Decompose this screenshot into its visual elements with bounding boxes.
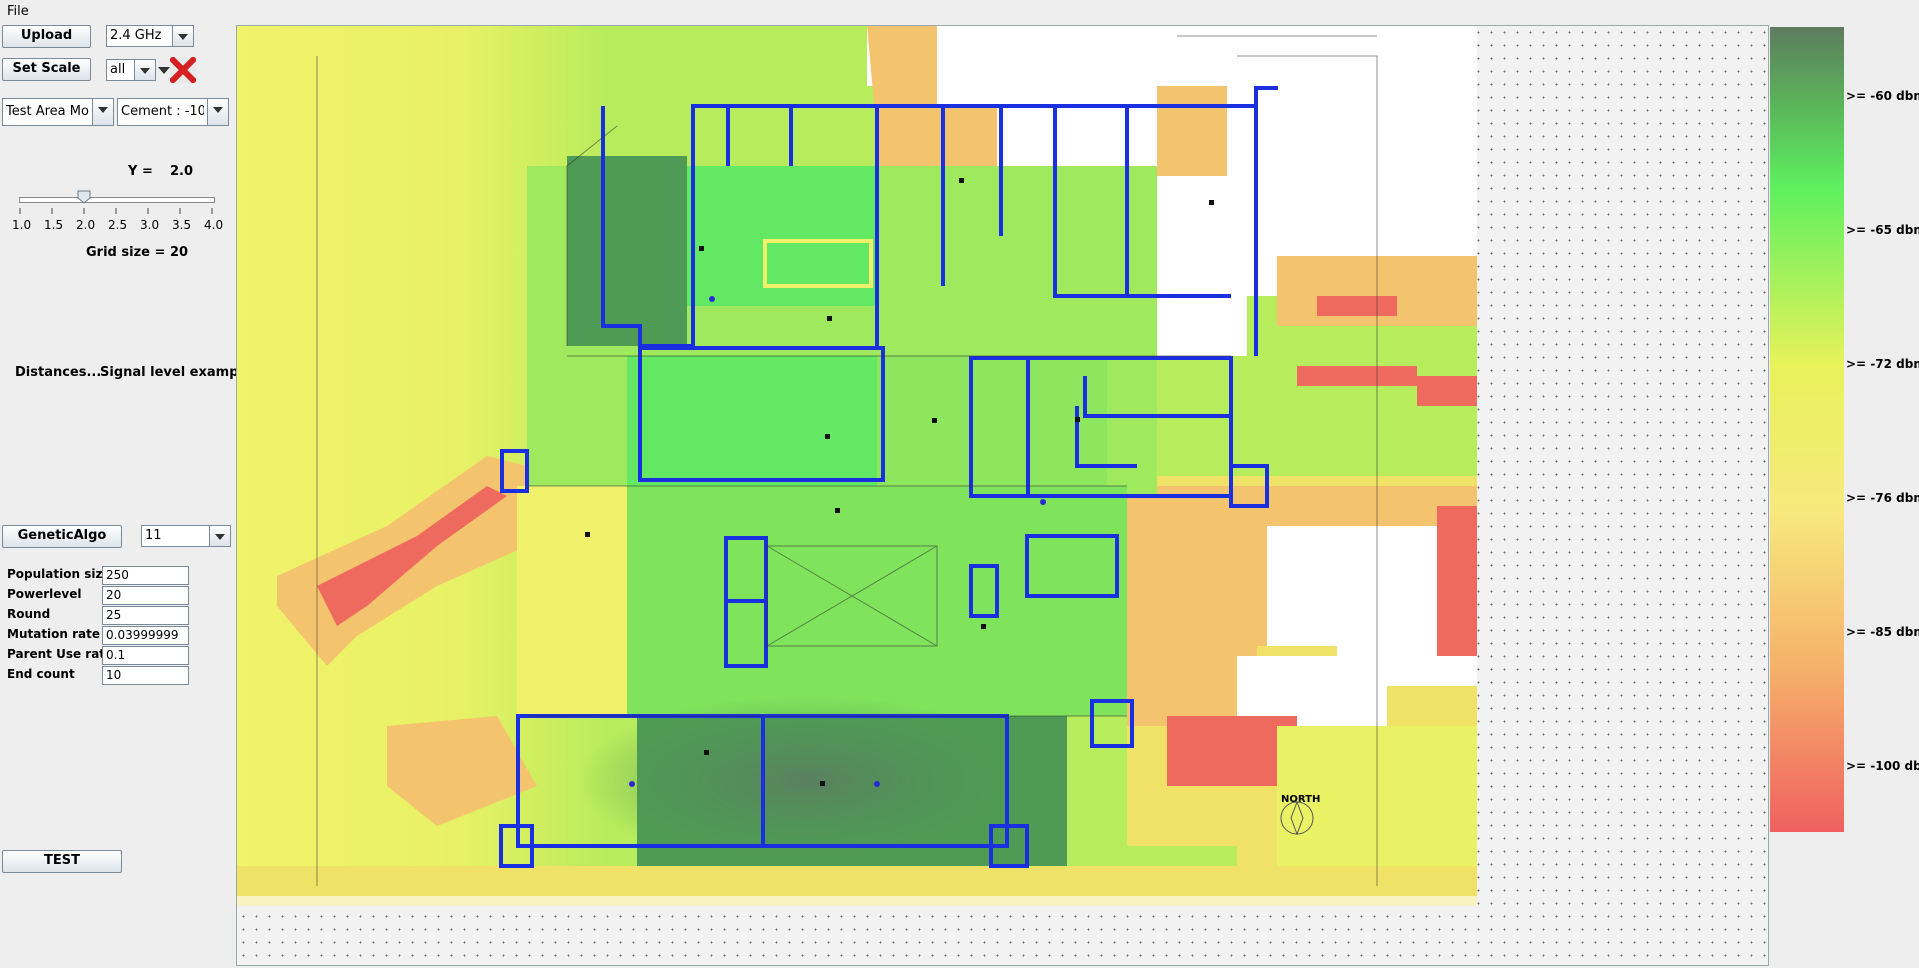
algo-count-select[interactable]: 11	[141, 525, 231, 547]
slider-tick-label: 4.0	[204, 218, 224, 232]
parent-use-rate-field[interactable]: 0.1	[102, 646, 189, 665]
param-label: Parent Use rate	[7, 647, 114, 661]
powerlevel-field[interactable]: 20	[102, 586, 189, 605]
set-scale-button[interactable]: Set Scale	[2, 58, 91, 81]
legend-label: >= -65 dbm	[1846, 223, 1919, 237]
scale-select-value: all	[110, 62, 126, 77]
file-menu[interactable]: File	[7, 4, 29, 19]
param-label: End count	[7, 667, 75, 681]
heatmap-canvas[interactable]: NORTH	[236, 25, 1769, 966]
genetic-algo-button[interactable]: GeneticAlgo	[2, 525, 122, 548]
material-select[interactable]: Cement : -10dB	[117, 98, 229, 126]
signal-legend-bar	[1770, 27, 1844, 832]
slider-tick-label: 1.0	[12, 218, 32, 232]
end-count-field[interactable]: 10	[102, 666, 189, 685]
y-slider-thumb[interactable]	[77, 190, 91, 204]
signal-heatmap	[237, 26, 1477, 906]
legend-label: >= -100 dbm	[1846, 759, 1919, 773]
test-button[interactable]: TEST	[2, 850, 122, 873]
legend-label: >= -72 dbm	[1846, 357, 1919, 371]
delete-icon[interactable]	[168, 55, 198, 85]
y-slider-track[interactable]	[19, 197, 215, 203]
param-label: Mutation rate	[7, 627, 101, 641]
dropdown-arrow-icon[interactable]	[158, 67, 170, 74]
distances-link[interactable]: Distances...	[15, 365, 101, 380]
slider-tick-label: 2.5	[108, 218, 128, 232]
slider-tick-label: 3.0	[140, 218, 160, 232]
upload-button[interactable]: Upload	[2, 25, 91, 48]
param-label: Population size	[7, 567, 111, 581]
chevron-down-icon[interactable]	[207, 99, 228, 125]
material-value: Cement : -10dB	[121, 104, 204, 119]
round-field[interactable]: 25	[102, 606, 189, 625]
chevron-down-icon[interactable]	[172, 26, 193, 46]
band-select[interactable]: 2.4 GHz	[106, 25, 194, 47]
slider-tick-label: 1.5	[44, 218, 64, 232]
chevron-down-icon[interactable]	[92, 99, 113, 125]
y-value: 2.0	[170, 164, 194, 179]
grid-size-value: 20	[170, 245, 189, 260]
slider-tick-label: 2.0	[76, 218, 96, 232]
param-label: Powerlevel	[7, 587, 82, 601]
test-area-value: Test Area Mo...	[6, 104, 89, 119]
slider-tick-label: 3.5	[172, 218, 192, 232]
mutation-rate-field[interactable]: 0.03999999	[102, 626, 189, 645]
scale-select[interactable]: all	[106, 59, 156, 81]
chevron-down-icon[interactable]	[209, 526, 230, 546]
legend-label: >= -76 dbm	[1846, 491, 1919, 505]
test-area-select[interactable]: Test Area Mo...	[2, 98, 114, 126]
grid-size-label: Grid size =	[86, 245, 166, 260]
algo-count-value: 11	[145, 528, 162, 543]
legend-label: >= -60 dbm	[1846, 89, 1919, 103]
band-select-value: 2.4 GHz	[110, 28, 162, 43]
chevron-down-icon[interactable]	[134, 60, 155, 80]
population-size-field[interactable]: 250	[102, 566, 189, 585]
param-label: Round	[7, 607, 51, 621]
slider-ticks	[19, 205, 215, 214]
compass-icon	[1280, 800, 1314, 836]
legend-label: >= -85 dbm	[1846, 625, 1919, 639]
y-label: Y =	[128, 164, 153, 179]
